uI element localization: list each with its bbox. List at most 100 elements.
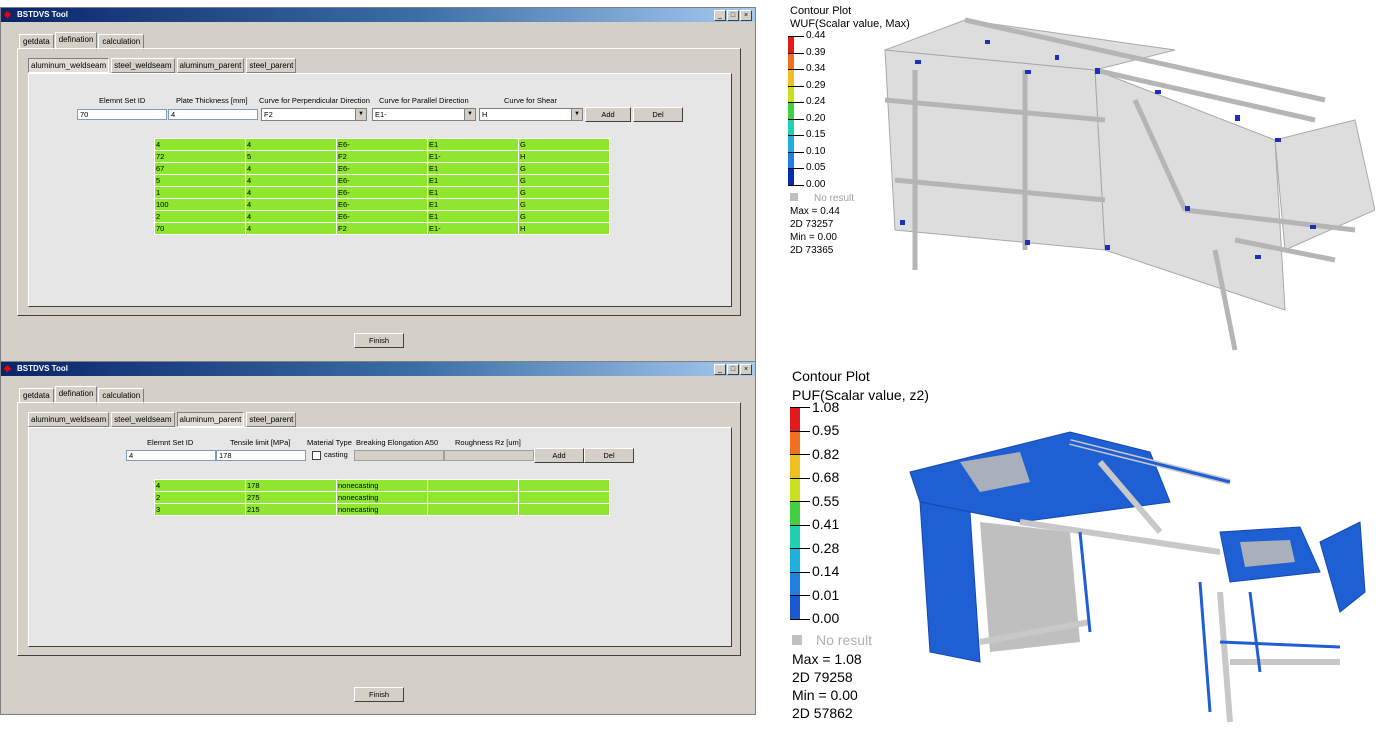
chevron-down-icon[interactable]: ▼ xyxy=(464,109,475,120)
curve-shear-select[interactable]: H ▼ xyxy=(479,108,583,121)
table-cell[interactable]: E1 xyxy=(427,198,519,211)
table-cell[interactable]: 2 xyxy=(154,491,246,504)
table-cell[interactable] xyxy=(518,479,610,492)
table-cell[interactable]: E1 xyxy=(427,186,519,199)
elem-set-input[interactable]: 4 xyxy=(126,450,216,461)
plate-thickness-input[interactable]: 4 xyxy=(168,109,258,120)
table-row[interactable]: 2 4 E6- E1 G xyxy=(154,210,610,223)
table-row[interactable]: 5 4 E6- E1 G xyxy=(154,174,610,187)
table-cell[interactable]: F2 xyxy=(336,150,428,163)
table-cell[interactable]: 215 xyxy=(245,503,337,516)
table-row[interactable]: 72 5 F2 E1- H xyxy=(154,150,610,163)
table-row[interactable]: 4 178 nonecasting xyxy=(154,479,610,492)
table-cell[interactable]: 4 xyxy=(245,186,337,199)
table-row[interactable]: 4 4 E6- E1 G xyxy=(154,138,610,151)
table-cell[interactable]: 4 xyxy=(154,138,246,151)
table-row[interactable]: 3 215 nonecasting xyxy=(154,503,610,516)
maximize-button[interactable]: □ xyxy=(727,10,739,21)
table-row[interactable]: 70 4 F2 E1- H xyxy=(154,222,610,235)
del-button[interactable]: Del xyxy=(633,107,683,122)
table-cell[interactable]: G xyxy=(518,162,610,175)
table-cell[interactable]: 100 xyxy=(154,198,246,211)
table-cell[interactable]: G xyxy=(518,174,610,187)
table-cell[interactable]: E6- xyxy=(336,138,428,151)
table-cell[interactable]: 72 xyxy=(154,150,246,163)
subtab-steel-parent[interactable]: steel_parent xyxy=(246,412,297,427)
subtab-aluminum-parent[interactable]: aluminum_parent xyxy=(176,412,245,427)
table-cell[interactable] xyxy=(518,503,610,516)
table-cell[interactable]: 4 xyxy=(245,174,337,187)
elem-set-input[interactable]: 70 xyxy=(77,109,167,120)
table-cell[interactable]: G xyxy=(518,198,610,211)
table-cell[interactable]: 70 xyxy=(154,222,246,235)
table-row[interactable]: 2 275 nonecasting xyxy=(154,491,610,504)
table-cell[interactable]: 5 xyxy=(245,150,337,163)
table-cell[interactable]: E6- xyxy=(336,162,428,175)
table-cell[interactable]: G xyxy=(518,186,610,199)
table-cell[interactable]: E6- xyxy=(336,186,428,199)
table-cell[interactable]: 3 xyxy=(154,503,246,516)
del-button[interactable]: Del xyxy=(584,448,634,463)
table-cell[interactable]: 1 xyxy=(154,186,246,199)
elongation-input[interactable] xyxy=(354,450,444,461)
add-button[interactable]: Add xyxy=(585,107,631,122)
table-cell[interactable]: 4 xyxy=(245,222,337,235)
table-cell[interactable]: 4 xyxy=(245,210,337,223)
table-cell[interactable]: H xyxy=(518,150,610,163)
table-cell[interactable]: E1 xyxy=(427,210,519,223)
subtab-steel-parent[interactable]: steel_parent xyxy=(246,58,297,73)
table-cell[interactable]: 275 xyxy=(245,491,337,504)
table-cell[interactable]: H xyxy=(518,222,610,235)
chevron-down-icon[interactable]: ▼ xyxy=(355,109,366,120)
table-cell[interactable]: 178 xyxy=(245,479,337,492)
table-cell[interactable]: 4 xyxy=(154,479,246,492)
curve-parallel-select[interactable]: E1- ▼ xyxy=(372,108,476,121)
table-cell[interactable]: 2 xyxy=(154,210,246,223)
subtab-aluminum-weldseam[interactable]: aluminum_weldseam xyxy=(28,58,110,73)
table-cell[interactable] xyxy=(427,479,519,492)
roughness-input[interactable] xyxy=(444,450,534,461)
tensile-input[interactable]: 178 xyxy=(216,450,306,461)
casting-checkbox[interactable]: casting xyxy=(312,450,348,460)
table-cell[interactable]: G xyxy=(518,138,610,151)
table-cell[interactable]: 4 xyxy=(245,138,337,151)
table-cell[interactable]: E1- xyxy=(427,222,519,235)
table-cell[interactable]: nonecasting xyxy=(336,503,428,516)
close-button[interactable]: × xyxy=(740,364,752,375)
chevron-down-icon[interactable]: ▼ xyxy=(571,109,582,120)
table-cell[interactable]: E1 xyxy=(427,162,519,175)
subtab-steel-weldseam[interactable]: steel_weldseam xyxy=(111,58,175,73)
table-cell[interactable]: nonecasting xyxy=(336,491,428,504)
table-cell[interactable]: E6- xyxy=(336,210,428,223)
minimize-button[interactable]: _ xyxy=(714,10,726,21)
close-button[interactable]: × xyxy=(740,10,752,21)
table-cell[interactable]: 4 xyxy=(245,162,337,175)
minimize-button[interactable]: _ xyxy=(714,364,726,375)
table-cell[interactable]: E6- xyxy=(336,174,428,187)
table-cell[interactable] xyxy=(518,491,610,504)
title-bar[interactable]: ◆ BSTDVS Tool _ □ × xyxy=(1,8,755,22)
curve-perp-select[interactable]: F2 ▼ xyxy=(261,108,367,121)
table-cell[interactable]: G xyxy=(518,210,610,223)
table-cell[interactable]: E6- xyxy=(336,198,428,211)
maximize-button[interactable]: □ xyxy=(727,364,739,375)
table-cell[interactable]: E1 xyxy=(427,138,519,151)
finish-button[interactable]: Finish xyxy=(354,333,404,348)
table-cell[interactable] xyxy=(427,503,519,516)
add-button[interactable]: Add xyxy=(534,448,584,463)
table-cell[interactable] xyxy=(427,491,519,504)
table-cell[interactable]: 5 xyxy=(154,174,246,187)
table-row[interactable]: 67 4 E6- E1 G xyxy=(154,162,610,175)
table-row[interactable]: 1 4 E6- E1 G xyxy=(154,186,610,199)
table-row[interactable]: 100 4 E6- E1 G xyxy=(154,198,610,211)
checkbox-icon[interactable] xyxy=(312,450,321,460)
table-cell[interactable]: nonecasting xyxy=(336,479,428,492)
table-cell[interactable]: E1 xyxy=(427,174,519,187)
table-cell[interactable]: F2 xyxy=(336,222,428,235)
title-bar[interactable]: ◆ BSTDVS Tool _ □ × xyxy=(1,362,755,376)
finish-button[interactable]: Finish xyxy=(354,687,404,702)
table-cell[interactable]: E1- xyxy=(427,150,519,163)
subtab-aluminum-weldseam[interactable]: aluminum_weldseam xyxy=(28,412,110,427)
table-cell[interactable]: 67 xyxy=(154,162,246,175)
subtab-steel-weldseam[interactable]: steel_weldseam xyxy=(111,412,175,427)
